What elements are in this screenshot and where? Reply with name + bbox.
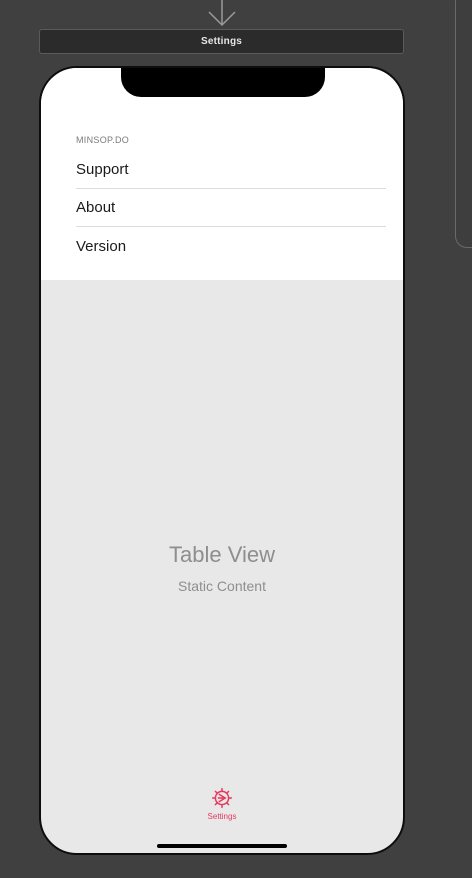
- neighbor-scene-frame: [455, 0, 472, 248]
- table-row-label: About: [76, 199, 116, 216]
- placeholder-subtitle: Static Content: [178, 578, 266, 594]
- segue-arrow-icon: [208, 0, 236, 27]
- scene-title-bar[interactable]: Settings: [39, 29, 404, 54]
- settings-gear-icon: [211, 787, 233, 809]
- table-row-label: Version: [76, 237, 127, 255]
- device-notch: [121, 68, 325, 97]
- table-row-version[interactable]: Version: [76, 227, 386, 265]
- storyboard-canvas: Settings MINSOP.DO Support About Version…: [0, 0, 472, 878]
- tab-label: Settings: [207, 812, 237, 821]
- table-row-support[interactable]: Support: [76, 151, 386, 189]
- home-indicator: [157, 844, 287, 848]
- tab-settings[interactable]: Settings: [196, 787, 248, 827]
- placeholder-title: Table View: [169, 542, 275, 567]
- device-frame[interactable]: MINSOP.DO Support About Version Table Vi…: [39, 66, 405, 855]
- scene-title: Settings: [200, 36, 243, 47]
- table-view[interactable]: MINSOP.DO Support About Version: [41, 68, 403, 280]
- section-header: MINSOP.DO: [76, 135, 130, 145]
- table-row-label: Support: [76, 161, 129, 178]
- table-row-about[interactable]: About: [76, 189, 386, 227]
